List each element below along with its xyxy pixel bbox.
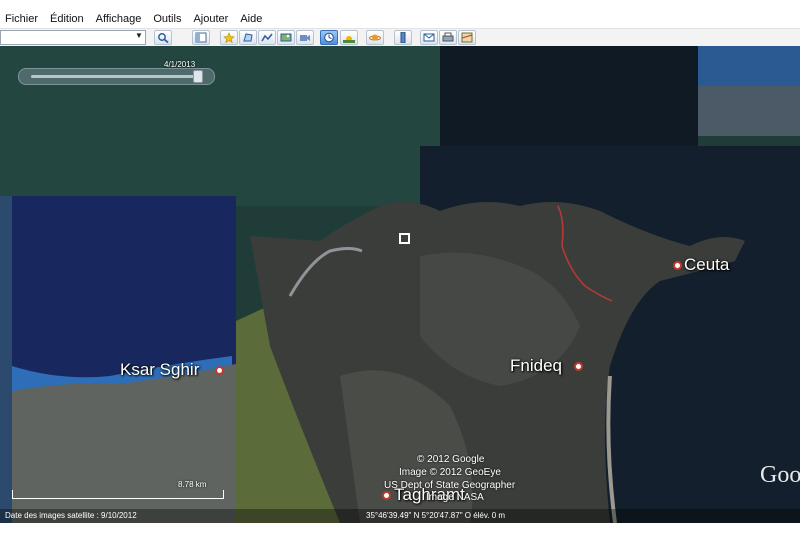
ruler-button[interactable] — [394, 30, 412, 45]
chevron-down-icon[interactable]: ▼ — [135, 31, 143, 40]
time-slider-handle[interactable] — [193, 70, 203, 83]
map-view[interactable]: 4/1/2013 Ceuta Fnideq Ksar Sghir Taghram… — [0, 46, 800, 523]
print-button[interactable] — [439, 30, 457, 45]
email-button[interactable] — [420, 30, 438, 45]
place-label-ceuta[interactable]: Ceuta — [684, 255, 729, 275]
status-bar: Date des images satellite : 9/10/2012 35… — [0, 509, 800, 523]
time-slider[interactable]: 4/1/2013 — [18, 60, 215, 85]
view-in-maps-button[interactable] — [458, 30, 476, 45]
time-slider-date: 4/1/2013 — [164, 60, 196, 69]
search-button[interactable] — [154, 30, 172, 45]
satellite-imagery — [0, 46, 800, 523]
historical-imagery-button[interactable] — [320, 30, 338, 45]
add-polygon-button[interactable] — [239, 30, 257, 45]
menu-ajouter[interactable]: Ajouter — [187, 10, 234, 28]
menu-outils[interactable]: Outils — [147, 10, 187, 28]
time-slider-track[interactable] — [31, 75, 201, 78]
toolbar: ▼ — [0, 28, 800, 48]
window-bottom-border — [0, 523, 800, 533]
copyright-geoeye: Image © 2012 GeoEye — [399, 467, 501, 478]
add-image-overlay-button[interactable] — [277, 30, 295, 45]
google-logo: Goo — [760, 462, 800, 488]
scale-label: 8.78 km — [178, 480, 207, 489]
add-path-button[interactable] — [258, 30, 276, 45]
planets-button[interactable] — [366, 30, 384, 45]
scale-bar — [12, 490, 224, 499]
copyright-google: © 2012 Google — [417, 454, 485, 465]
sidebar-toggle-button[interactable] — [192, 30, 210, 45]
sunlight-button[interactable] — [340, 30, 358, 45]
menu-fichier[interactable]: Fichier — [0, 10, 44, 28]
place-dot-fnideq[interactable] — [574, 362, 583, 371]
place-label-fnideq[interactable]: Fnideq — [510, 356, 562, 376]
search-input[interactable] — [0, 30, 146, 45]
menu-bar: Fichier Édition Affichage Outils Ajouter… — [0, 10, 800, 28]
menu-aide[interactable]: Aide — [234, 10, 268, 28]
copyright-state-dept: US Dept of State Geographer — [384, 480, 516, 491]
cursor-coordinates: 35°46'39.49" N 5°20'47.87" O élév. 0 m — [366, 511, 506, 520]
imagery-date: Date des images satellite : 9/10/2012 — [5, 511, 137, 520]
record-tour-button[interactable] — [296, 30, 314, 45]
add-placemark-button[interactable] — [220, 30, 238, 45]
selection-marker[interactable] — [399, 233, 410, 244]
place-dot-taghramt[interactable] — [382, 491, 391, 500]
place-dot-ceuta[interactable] — [673, 261, 682, 270]
menu-edition[interactable]: Édition — [44, 10, 90, 28]
place-dot-ksar-sghir[interactable] — [215, 366, 224, 375]
menu-affichage[interactable]: Affichage — [90, 10, 148, 28]
place-label-ksar-sghir[interactable]: Ksar Sghir — [120, 360, 199, 380]
copyright-nasa: Image NASA — [426, 492, 484, 503]
